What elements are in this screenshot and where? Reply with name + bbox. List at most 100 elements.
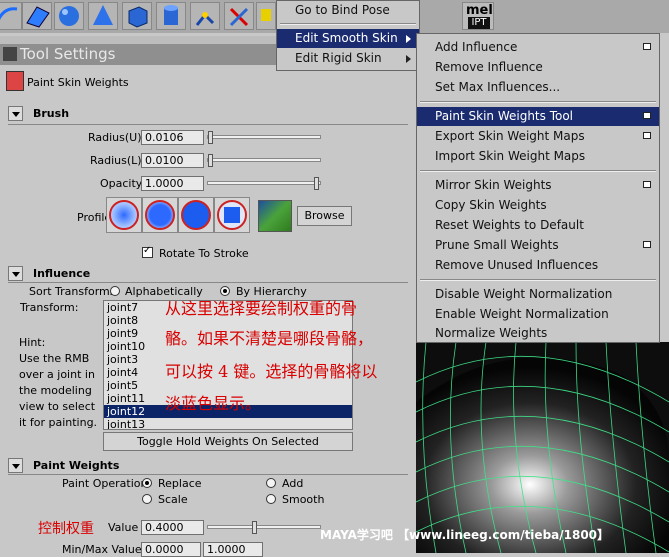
value-slider[interactable] [207, 521, 321, 534]
menu-item-label: Export Skin Weight Maps [435, 129, 585, 143]
option-box-icon[interactable] [643, 241, 651, 248]
maya-logo-icon [3, 47, 17, 61]
menu-item-enable-weight-normalization[interactable]: Enable Weight Normalization [417, 305, 659, 324]
submenu-arrow-icon [406, 55, 411, 63]
add-radio[interactable] [266, 478, 276, 488]
menu-item-edit-rigid-skin[interactable]: Edit Rigid Skin [277, 49, 419, 68]
shelf-sphere-icon[interactable] [54, 2, 84, 30]
sort-transforms-label: Sort Transforms [29, 285, 116, 298]
tool-settings-title: Tool Settings [20, 45, 116, 63]
paint-skin-weights-icon [6, 71, 24, 91]
wireframe-mesh [416, 342, 669, 553]
profile-gaussian-button[interactable] [109, 200, 139, 230]
smooth-radio[interactable] [266, 494, 276, 504]
toggle-hold-weights-button[interactable]: Toggle Hold Weights On Selected [103, 432, 353, 451]
mel-icon[interactable]: mel IPT [462, 2, 494, 30]
annotation-control-weight: 控制权重 [38, 521, 94, 537]
brush-title: Brush [33, 107, 70, 120]
radius-u-slider[interactable] [207, 131, 321, 144]
browse-button[interactable]: Browse [297, 206, 352, 226]
menu-item-import-skin-weight-maps[interactable]: Import Skin Weight Maps [417, 147, 659, 166]
hint-line: view to select [19, 400, 96, 413]
skin-menu: Go to Bind Pose Edit Smooth Skin Edit Ri… [276, 0, 420, 71]
menu-item-mirror-skin-weights[interactable]: Mirror Skin Weights [417, 176, 659, 195]
menu-item-add-influence[interactable]: Add Influence [417, 38, 659, 57]
radius-l-label: Radius(L) [90, 154, 142, 167]
shelf-cone-icon[interactable] [88, 2, 118, 30]
menu-item-remove-influence[interactable]: Remove Influence [417, 58, 659, 77]
profile-soft-button[interactable] [145, 200, 175, 230]
square-icon [224, 207, 240, 223]
menu-separator [420, 279, 656, 281]
menu-item-label: Mirror Skin Weights [435, 178, 552, 192]
modeling-viewport[interactable] [416, 342, 669, 553]
profile-square-button[interactable] [217, 200, 247, 230]
menu-item-copy-skin-weights[interactable]: Copy Skin Weights [417, 196, 659, 215]
slider-handle[interactable] [208, 154, 213, 167]
menu-item-prune-small-weights[interactable]: Prune Small Weights [417, 236, 659, 255]
menu-item-edit-smooth-skin[interactable]: Edit Smooth Skin [277, 29, 419, 48]
rotate-to-stroke-checkbox[interactable] [142, 245, 153, 258]
shelf-paint-icon[interactable] [256, 2, 276, 30]
list-item[interactable]: joint13 [104, 418, 352, 429]
shelf-curve-icon[interactable] [0, 2, 22, 30]
shelf-cube-icon[interactable] [122, 2, 152, 30]
option-box-icon[interactable] [643, 43, 651, 50]
min-value-field[interactable]: 0.0000 [141, 542, 201, 557]
annotation-line: 骼。如果不清楚是哪段骨骼， [165, 329, 374, 348]
menu-item-normalize-weights[interactable]: Normalize Weights [417, 325, 659, 342]
menu-item-label: Edit Rigid Skin [295, 51, 382, 65]
option-box-icon[interactable] [643, 112, 651, 119]
radius-l-field[interactable]: 0.0100 [141, 153, 204, 168]
paint-weights-title: Paint Weights [33, 459, 120, 472]
menu-item-paint-skin-weights-tool[interactable]: Paint Skin Weights Tool [417, 107, 659, 126]
influence-panel-header[interactable]: Influence [8, 266, 408, 283]
brush-panel-header[interactable]: Brush [8, 106, 408, 123]
collapse-arrow-icon[interactable] [8, 458, 23, 473]
slider-handle[interactable] [252, 521, 257, 534]
influence-title: Influence [33, 267, 91, 280]
mel-label: mel [466, 3, 493, 18]
shelf-ik-icon[interactable] [224, 2, 254, 30]
collapse-arrow-icon[interactable] [8, 106, 23, 121]
hint-line: over a joint in [19, 368, 95, 381]
radius-u-label: Radius(U) [88, 131, 142, 144]
replace-radio[interactable] [142, 478, 152, 488]
menu-item-set-max-influences[interactable]: Set Max Influences... [417, 78, 659, 97]
paint-weights-divider [8, 474, 408, 475]
menu-item-disable-weight-normalization[interactable]: Disable Weight Normalization [417, 285, 659, 304]
value-label: Value [108, 521, 139, 534]
rotate-to-stroke-label: Rotate To Stroke [159, 247, 249, 260]
opacity-slider[interactable] [207, 177, 321, 190]
menu-item-label: Edit Smooth Skin [295, 31, 398, 45]
shelf-joint-icon[interactable] [190, 2, 220, 30]
opacity-field[interactable]: 1.0000 [141, 176, 204, 191]
texture-swatch-icon[interactable] [258, 200, 292, 232]
menu-item-export-skin-weight-maps[interactable]: Export Skin Weight Maps [417, 127, 659, 146]
max-value-field[interactable]: 1.0000 [203, 542, 263, 557]
scale-radio[interactable] [142, 494, 152, 504]
shelf-cylinder-icon[interactable] [156, 2, 186, 30]
replace-label: Replace [158, 477, 202, 490]
value-field[interactable]: 0.4000 [141, 520, 204, 535]
shelf-plane-icon[interactable] [22, 2, 52, 30]
option-box-icon[interactable] [643, 181, 651, 188]
hint-line: it for painting. [19, 416, 98, 429]
collapse-arrow-icon[interactable] [8, 266, 23, 281]
slider-handle[interactable] [314, 177, 319, 190]
radius-u-field[interactable]: 0.0106 [141, 130, 204, 145]
slider-handle[interactable] [208, 131, 213, 144]
menu-separator [280, 23, 416, 25]
menu-item-remove-unused-influences[interactable]: Remove Unused Influences [417, 256, 659, 275]
transform-label: Transform: [20, 301, 79, 314]
menu-item-reset-weights-to-default[interactable]: Reset Weights to Default [417, 216, 659, 235]
option-box-icon[interactable] [643, 132, 651, 139]
paint-weights-panel-header[interactable]: Paint Weights [8, 458, 408, 475]
menu-item-go-to-bind-pose[interactable]: Go to Bind Pose [277, 1, 419, 20]
menu-item-label: Add Influence [435, 40, 518, 54]
annotation-line: 淡蓝色显示。 [165, 394, 262, 413]
sort-alphabetically-radio[interactable] [110, 286, 120, 296]
profile-solid-button[interactable] [181, 200, 211, 230]
minmax-label: Min/Max Value [62, 543, 142, 556]
radius-l-slider[interactable] [207, 154, 321, 167]
